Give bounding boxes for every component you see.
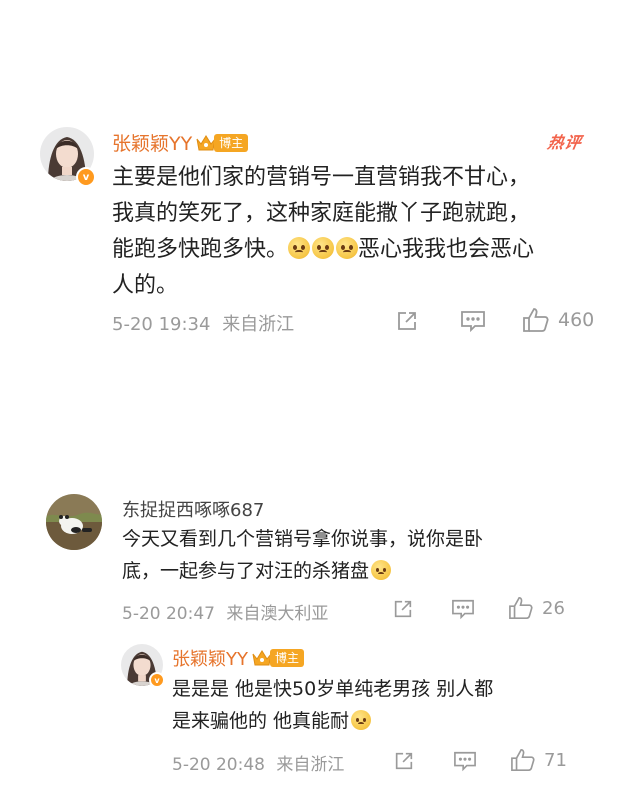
username[interactable]: 张颖颖YY	[172, 645, 248, 671]
hot-comment-label: 热评	[546, 133, 584, 152]
thumbs-up-icon	[523, 308, 549, 332]
location: 来自浙江	[222, 314, 295, 335]
comment-meta: 5-20 19:34 来自浙江	[112, 310, 294, 336]
verified-icon: v	[76, 167, 96, 187]
share-button[interactable]	[392, 598, 414, 620]
comment-button[interactable]	[451, 598, 475, 620]
timestamp: 5-20 19:34	[112, 314, 211, 335]
verified-icon: v	[149, 672, 165, 688]
crown-icon	[196, 134, 216, 150]
like-button[interactable]: 26	[508, 596, 565, 620]
pleading-face-emoji	[336, 237, 359, 259]
laughing-crying-emoji	[371, 560, 392, 580]
username[interactable]: 东捉捉西啄啄687	[122, 496, 264, 522]
share-icon	[398, 312, 416, 330]
thumbs-up-icon	[509, 597, 533, 619]
like-button[interactable]: 460	[522, 307, 594, 333]
like-button[interactable]: 71	[510, 748, 567, 772]
crown-icon	[252, 650, 272, 666]
location: 来自澳大利亚	[226, 604, 329, 624]
like-count: 71	[544, 749, 567, 771]
blogger-badge: 博主	[196, 133, 249, 152]
like-count: 26	[542, 597, 565, 619]
comment-text: 今天又看到几个营销号拿你说事，说你是卧 底，一起参与了对汪的杀猪盘	[122, 528, 484, 582]
thumbs-up-icon	[511, 749, 535, 771]
timestamp: 5-20 20:48	[172, 755, 265, 775]
comment-button[interactable]	[453, 750, 477, 772]
avatar[interactable]	[46, 494, 102, 550]
share-button[interactable]	[395, 309, 419, 333]
comment-icon	[452, 599, 474, 620]
username[interactable]: 张颖颖YY	[112, 129, 192, 156]
comment-icon	[454, 751, 476, 772]
share-icon	[395, 752, 413, 770]
timestamp: 5-20 20:47	[122, 604, 215, 624]
share-button[interactable]	[393, 750, 415, 772]
pleading-face-emoji	[288, 237, 311, 259]
pleading-face-emoji	[351, 710, 372, 730]
comment-meta: 5-20 20:48 来自浙江	[172, 750, 344, 775]
comment-text: 是是是 他是快50岁单纯老男孩 别人都 是来骗他的 他真能耐	[172, 678, 494, 732]
comment-button[interactable]	[460, 309, 486, 333]
comment-text: 主要是他们家的营销号一直营销我不甘心， 我真的笑死了，这种家庭能撒丫子跑就跑， …	[112, 165, 535, 298]
pleading-face-emoji	[312, 237, 335, 259]
comment-meta: 5-20 20:47 来自澳大利亚	[122, 599, 328, 624]
like-count: 460	[558, 309, 595, 331]
comment-icon	[461, 311, 485, 333]
location: 来自浙江	[276, 755, 345, 775]
share-icon	[394, 600, 412, 618]
blogger-badge: 博主	[252, 649, 305, 667]
